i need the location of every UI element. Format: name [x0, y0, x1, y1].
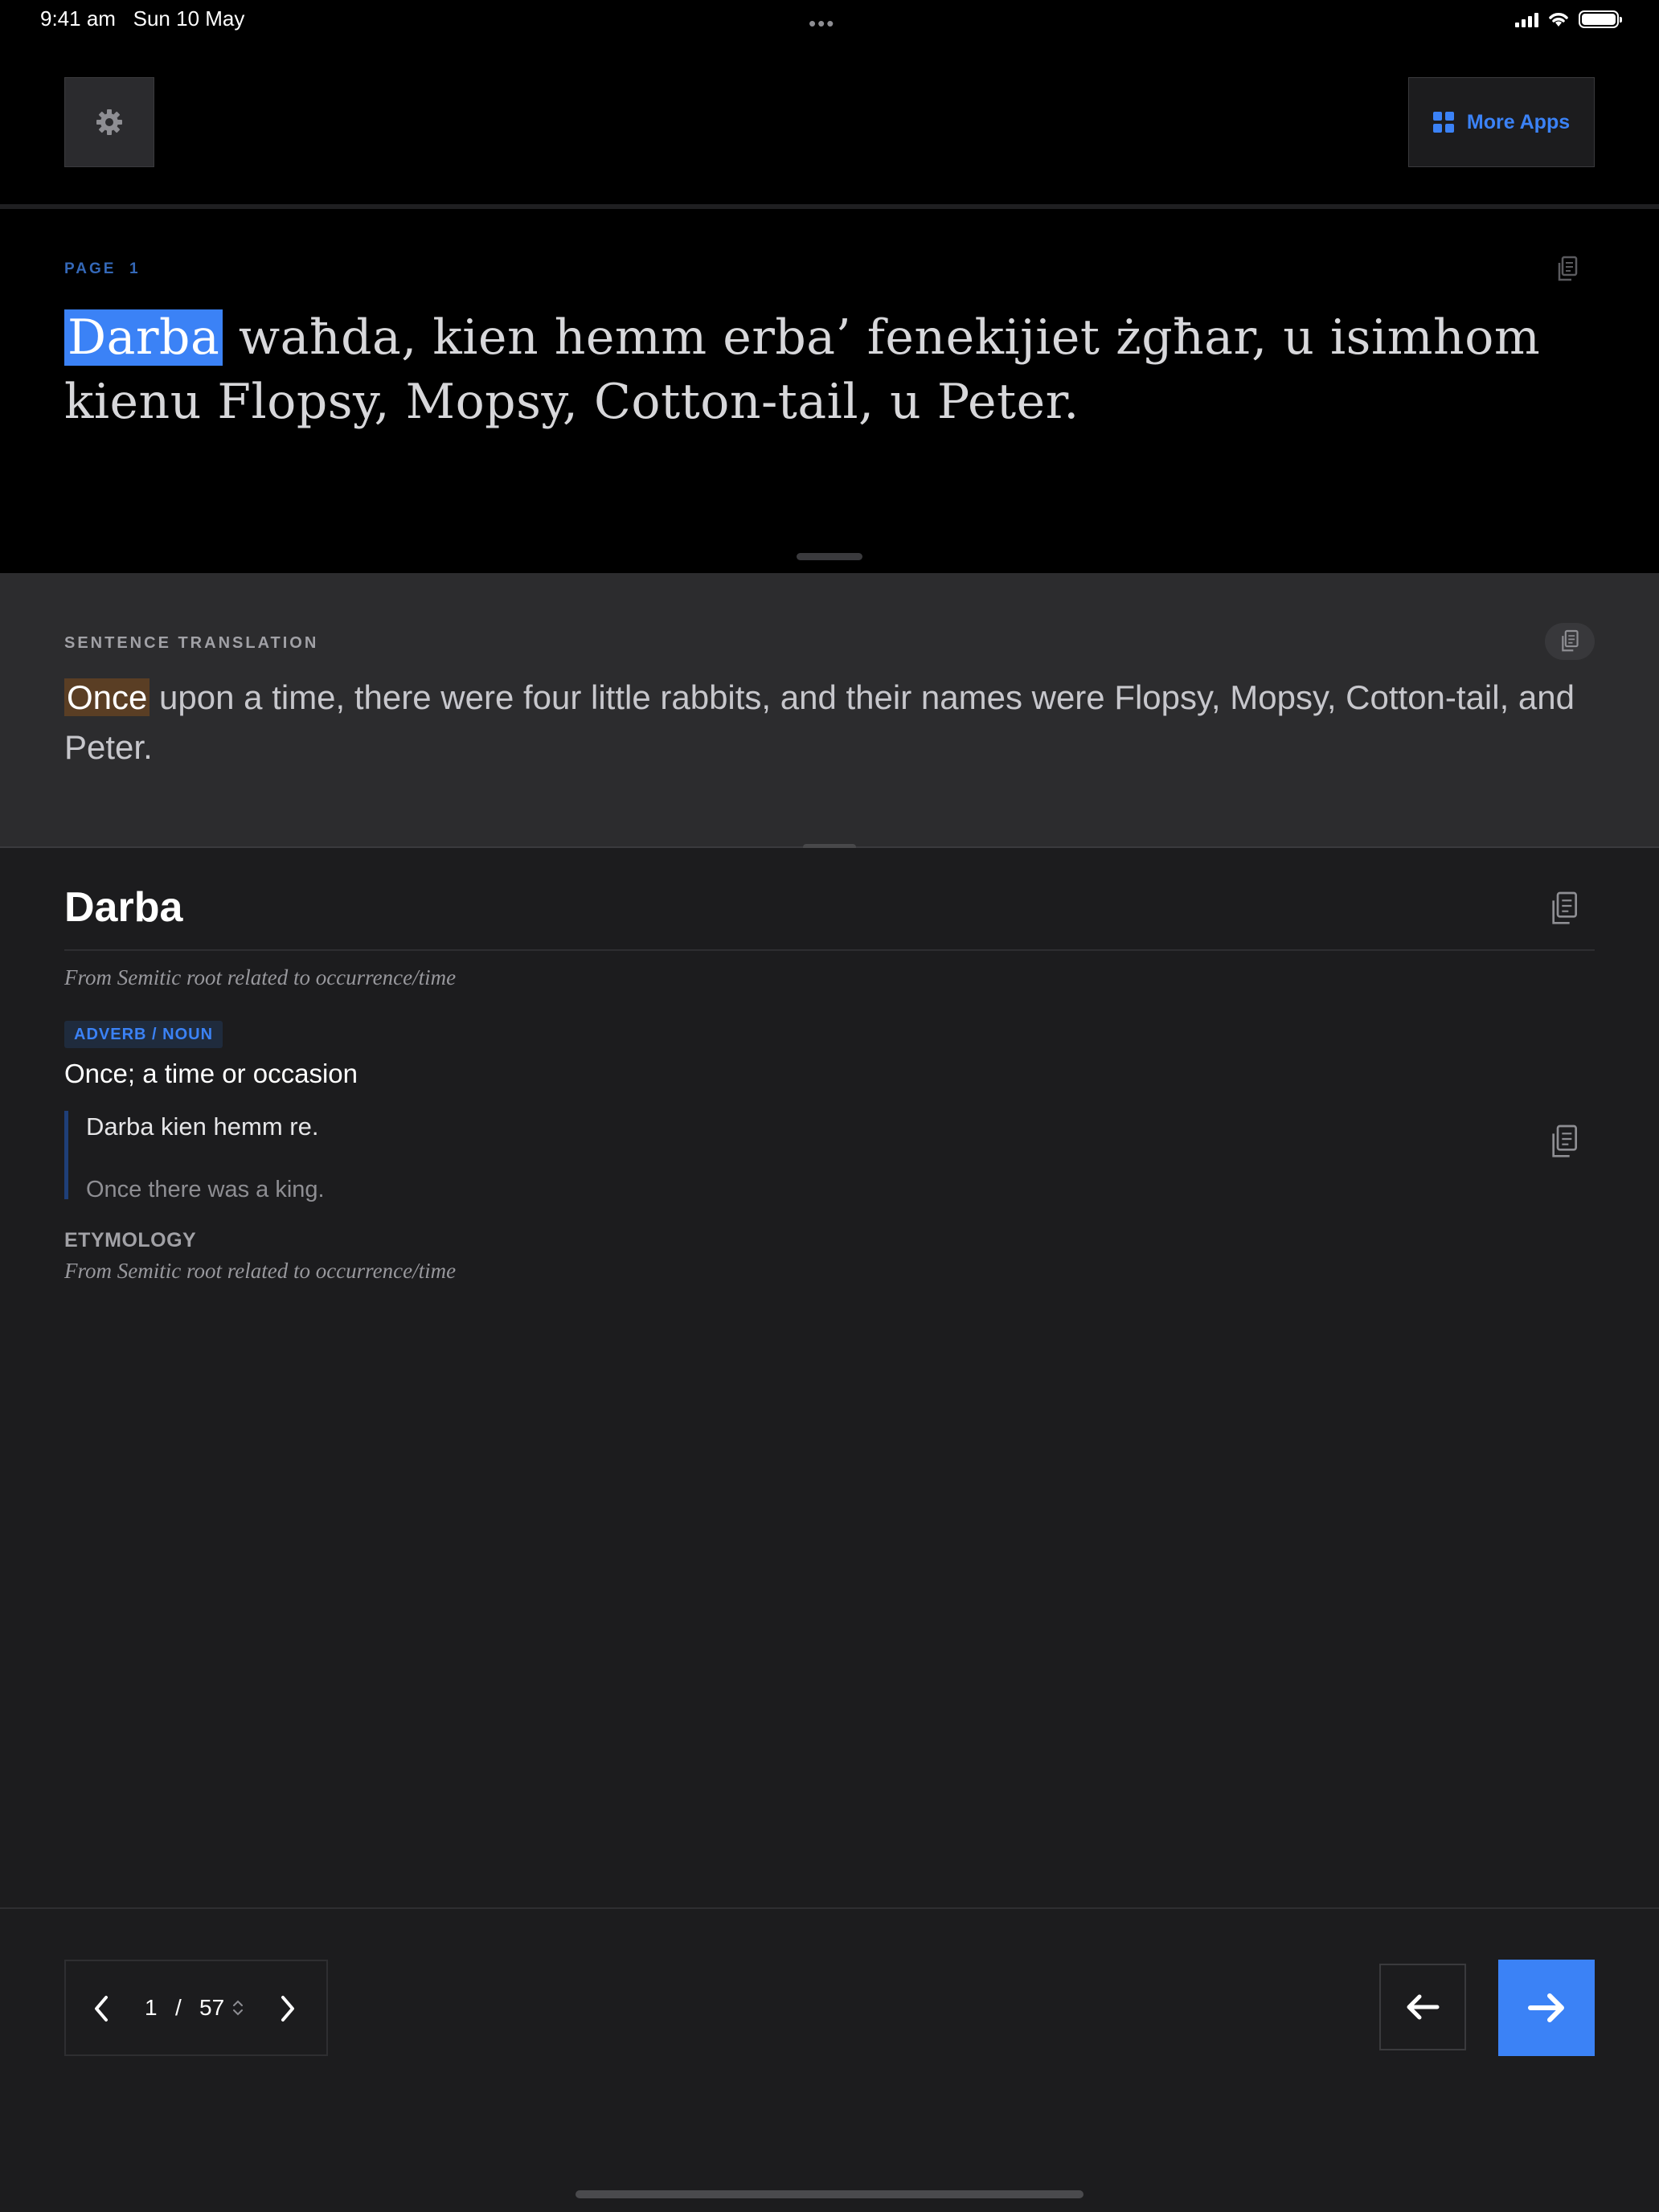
resize-handle[interactable]: [797, 553, 862, 560]
total-pages: 57: [199, 1995, 225, 2020]
part-of-speech-badge: ADVERB / NOUN: [64, 1021, 223, 1048]
next-page-button[interactable]: [272, 1990, 304, 2027]
copy-source-button[interactable]: [1555, 256, 1579, 287]
translation-sentence-rest: upon a time, there were four little rabb…: [64, 678, 1575, 766]
status-bar: 9:41 am Sun 10 May •••: [0, 0, 1659, 40]
dictionary-panel: Darba From Semitic root related to occur…: [0, 848, 1659, 1909]
copy-icon: [1552, 1124, 1577, 1157]
page-separator: /: [175, 1995, 182, 2020]
entry-word: Darba: [64, 884, 183, 931]
page-stepper-icon[interactable]: [231, 1998, 244, 2022]
example-maltese: Darba kien hemm re.: [86, 1112, 319, 1141]
copy-icon: [1558, 256, 1578, 281]
entry-divider: [64, 949, 1595, 951]
source-sentence-rest[interactable]: waħda, kien hemm erba’ fenekijiet żgħar,…: [64, 309, 1540, 430]
wifi-icon: [1549, 13, 1568, 27]
gear-icon: [96, 109, 122, 135]
translation-label: SENTENCE TRANSLATION: [64, 634, 319, 652]
cellular-signal-icon: [1515, 11, 1538, 27]
copy-icon: [1552, 891, 1577, 924]
etymology-label: ETYMOLOGY: [64, 1229, 197, 1251]
next-word-button[interactable]: [1498, 1960, 1595, 2056]
translation-highlighted-word: Once: [64, 678, 150, 716]
reader-panel: More Apps PAGE 1 Darba waħda, kien hemm …: [0, 40, 1659, 573]
chevron-left-icon: [95, 1996, 108, 2022]
entry-origin: From Semitic root related to occurrence/…: [64, 965, 457, 989]
previous-page-button[interactable]: [85, 1990, 117, 2027]
copy-example-button[interactable]: [1548, 1123, 1580, 1165]
example-block: Darba kien hemm re. Once there was a kin…: [64, 1111, 1029, 1202]
current-page[interactable]: 1: [145, 1995, 158, 2021]
page-indicator: PAGE 1: [64, 260, 141, 277]
chevron-right-icon: [281, 1996, 294, 2022]
translation-sentence: Once upon a time, there were four little…: [64, 673, 1575, 772]
battery-icon: [1579, 10, 1622, 28]
previous-word-button[interactable]: [1379, 1964, 1466, 2050]
copy-translation-button[interactable]: [1545, 623, 1595, 660]
multitask-dots-icon[interactable]: •••: [809, 11, 835, 36]
more-apps-button[interactable]: More Apps: [1408, 77, 1595, 167]
header-divider: [0, 204, 1659, 209]
selected-word[interactable]: Darba: [64, 309, 223, 366]
bottom-divider: [0, 1907, 1659, 1909]
source-sentence: Darba waħda, kien hemm erba’ fenekijiet …: [64, 305, 1600, 434]
settings-button[interactable]: [64, 77, 154, 167]
page-picker: 1 / 57: [64, 1960, 328, 2056]
status-time: 9:41 am Sun 10 May: [40, 6, 245, 31]
entry-meaning: Once; a time or occasion: [64, 1059, 358, 1088]
example-english: Once there was a king.: [86, 1177, 325, 1202]
home-indicator[interactable]: [576, 2190, 1083, 2198]
arrow-right-icon: [1528, 1993, 1564, 2022]
etymology-text: From Semitic root related to occurrence/…: [64, 1259, 457, 1283]
more-apps-label: More Apps: [1466, 110, 1571, 133]
copy-entry-button[interactable]: [1548, 890, 1580, 932]
copy-icon: [1562, 629, 1579, 652]
status-icons: [1515, 9, 1622, 30]
grid-icon: [1432, 112, 1454, 133]
translation-panel: SENTENCE TRANSLATION Once upon a time, t…: [0, 573, 1659, 846]
arrow-left-icon: [1407, 1994, 1440, 2020]
